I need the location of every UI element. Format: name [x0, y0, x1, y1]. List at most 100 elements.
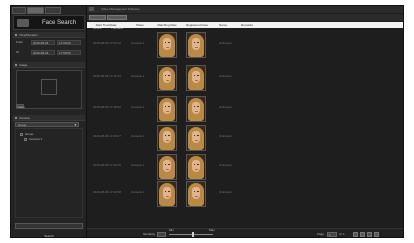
- page-input[interactable]: 1: [327, 232, 337, 237]
- table-row[interactable]: 2016-08-26 17:33:15 Camera 1 Unknown: [87, 153, 403, 181]
- detected-face-thumbnail[interactable]: [157, 125, 177, 151]
- section-image-label: Image: [19, 62, 28, 67]
- detected-face-thumbnail[interactable]: [157, 181, 177, 207]
- collapse-icon: [15, 33, 17, 36]
- cell-place: Camera 1: [131, 134, 145, 138]
- registered-face-thumbnail[interactable]: [186, 181, 206, 207]
- tab-live[interactable]: Live: [12, 7, 26, 22]
- table-row[interactable]: 2016-08-26 17:41:58 Camera 1 Unknown: [87, 180, 403, 208]
- from-label: From: [16, 40, 23, 44]
- open-image-button[interactable]: Open: [16, 104, 25, 109]
- search-button-label: Search: [44, 234, 54, 238]
- similarity-input[interactable]: [157, 232, 166, 237]
- prev-page-button[interactable]: [360, 232, 365, 237]
- camera-dropdown-value: Group: [18, 123, 27, 127]
- tab-setup[interactable]: Setup: [45, 7, 61, 22]
- cell-time: 2016-08-26 17:41:58: [93, 190, 121, 194]
- to-time-field[interactable]: 17:59:59: [57, 50, 81, 55]
- cell-place: Camera 1: [131, 74, 145, 78]
- col-name[interactable]: Name: [215, 23, 231, 27]
- left-panel: Live Search Setup Face Search Time/Durat…: [11, 6, 87, 237]
- first-page-button[interactable]: [353, 232, 358, 237]
- image-placeholder-icon: [41, 79, 57, 95]
- section-image[interactable]: Image: [13, 62, 85, 68]
- cell-time: 2016-08-26 17:11:34: [93, 74, 121, 78]
- tab-playback[interactable]: Playback: [107, 15, 128, 30]
- col-rate[interactable]: Matching Rate: [155, 23, 179, 27]
- from-time-field[interactable]: 17:00:00: [57, 40, 81, 45]
- registered-face-thumbnail[interactable]: [186, 96, 206, 122]
- main-tabs: Live Search Setup: [12, 7, 61, 22]
- camera-dropdown[interactable]: Group ▼: [15, 122, 79, 127]
- slider-max-label: Max: [209, 228, 215, 232]
- tab-search[interactable]: Search: [26, 7, 45, 22]
- cell-place: Camera 1: [131, 105, 145, 109]
- cell-name: Unknown: [219, 190, 232, 194]
- of-label: of: [339, 232, 342, 236]
- last-page-button[interactable]: [374, 232, 379, 237]
- panel-title: Face Search: [13, 15, 85, 30]
- similarity-slider[interactable]: [169, 234, 213, 235]
- query-image-box[interactable]: [16, 70, 82, 109]
- cell-name: Unknown: [219, 74, 232, 78]
- col-place[interactable]: Place: [131, 23, 149, 27]
- section-camera[interactable]: Camera: [13, 115, 85, 121]
- detected-face-thumbnail[interactable]: [157, 154, 177, 180]
- section-time[interactable]: Time/Duration: [13, 32, 85, 38]
- slider-min-label: Min: [169, 228, 174, 232]
- registered-face-thumbnail[interactable]: [186, 125, 206, 151]
- to-date-value: 2016-08-26: [33, 51, 49, 55]
- to-date-field[interactable]: 2016-08-26: [31, 50, 55, 55]
- results-panel: Video Management Software Result Playbac…: [87, 6, 403, 237]
- top-bar: Video Management Software: [87, 6, 403, 13]
- cell-time: 2016-08-26 17:18:02: [93, 105, 121, 109]
- page-label: Page: [317, 232, 325, 236]
- camera-tree: Group Camera 1: [15, 128, 83, 218]
- checkbox[interactable]: [20, 132, 23, 136]
- slider-handle[interactable]: [192, 232, 195, 237]
- detected-face-thumbnail[interactable]: [157, 32, 177, 58]
- from-date-value: 2016-08-26: [33, 41, 49, 45]
- page-value: 1: [329, 233, 331, 237]
- table-row[interactable]: 2016-08-26 17:04:12 Camera 1 Unknown: [87, 31, 403, 59]
- col-registered[interactable]: Registered Face: [183, 23, 211, 27]
- section-camera-label: Camera: [19, 115, 30, 120]
- cell-place: Camera 1: [131, 41, 145, 45]
- cell-place: Camera 1: [131, 163, 145, 167]
- results-table-header: Start Time/Date Place Matching Rate Regi…: [87, 22, 403, 28]
- tab-result[interactable]: Result: [89, 15, 106, 30]
- tree-item-label: Group: [25, 132, 34, 136]
- tree-item-label: Camera 1: [29, 137, 43, 141]
- total-pages: 1: [343, 232, 345, 236]
- col-remarks[interactable]: Remarks: [237, 23, 257, 27]
- table-row[interactable]: 2016-08-26 17:18:02 Camera 1 Unknown: [87, 95, 403, 123]
- panel-title-label: Face Search: [42, 20, 77, 26]
- registered-face-thumbnail[interactable]: [186, 154, 206, 180]
- cell-time: 2016-08-26 17:04:12: [93, 41, 121, 45]
- registered-face-thumbnail[interactable]: [186, 32, 206, 58]
- detected-face-thumbnail[interactable]: [157, 65, 177, 91]
- table-row[interactable]: 2016-08-26 17:11:34 Camera 1 Unknown: [87, 64, 403, 92]
- cell-name: Unknown: [219, 134, 232, 138]
- search-button[interactable]: Search: [15, 223, 83, 237]
- from-time-value: 17:00:00: [59, 41, 71, 45]
- cell-time: 2016-08-26 17:26:47: [93, 134, 121, 138]
- open-image-label: Open: [17, 105, 25, 109]
- collapse-icon: [15, 116, 17, 119]
- registered-face-thumbnail[interactable]: [186, 65, 206, 91]
- table-row[interactable]: 2016-08-26 17:26:47 Camera 1 Unknown: [87, 124, 403, 152]
- cell-time: 2016-08-26 17:33:15: [93, 163, 121, 167]
- next-page-button[interactable]: [367, 232, 372, 237]
- cell-name: Unknown: [219, 105, 232, 109]
- cell-name: Unknown: [219, 41, 232, 45]
- subtab-bar: Result Playback: [87, 14, 403, 30]
- detected-face-thumbnail[interactable]: [157, 96, 177, 122]
- bottom-controls: Similarity Min Max Page 1 of 1: [87, 228, 403, 237]
- similarity-label: Similarity: [143, 232, 156, 236]
- cell-place: Camera 1: [131, 190, 145, 194]
- checkbox[interactable]: [24, 137, 27, 141]
- col-time[interactable]: Start Time/Date: [93, 23, 119, 27]
- collapse-icon: [15, 63, 17, 66]
- from-date-field[interactable]: 2016-08-26: [31, 40, 55, 45]
- to-label: To: [16, 50, 20, 54]
